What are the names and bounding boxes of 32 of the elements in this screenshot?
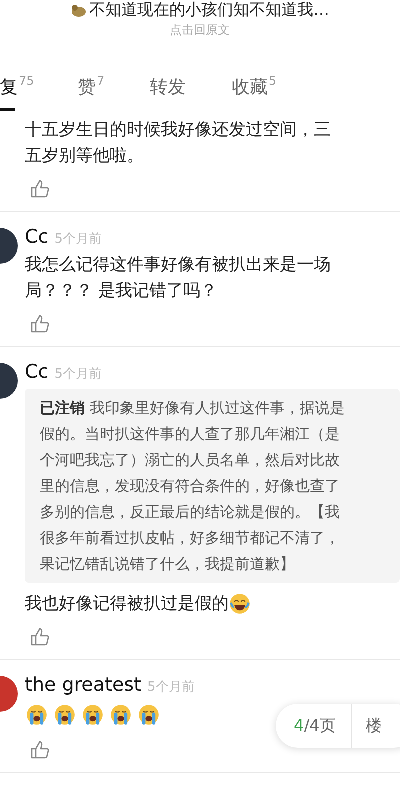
- timestamp: 5个月前: [54, 231, 102, 248]
- timestamp: 5个月前: [148, 679, 195, 696]
- username[interactable]: Cc: [25, 226, 49, 248]
- crying-emoji-icon: [110, 704, 132, 726]
- crying-emoji-icon: [82, 704, 104, 726]
- quoted-reply: 已注销 我印象里好像有人扒过这件事，据说是 假的。当时扒这件事的人查了那几年湘江（是 个河吧我忘了）溺亡的人员名单，然后对比故 里的信息，发现没有符合条件的，好像也查了 多别的信息，反正最后的结论就是假的。【我 很多年前看过扒皮帖，好多细节都记不清了， 果记忆错乱说错了什么，我提前道歉】: [25, 389, 400, 583]
- crying-emoji-icon: [54, 704, 76, 726]
- crying-emoji-icon: [138, 704, 160, 726]
- thumbs-up-icon[interactable]: [30, 314, 50, 334]
- tab[interactable]: 复$^{75}$: [0, 75, 34, 111]
- username[interactable]: Cc: [25, 361, 49, 383]
- comment-text: 我也好像记得被扒过是假的: [25, 593, 229, 616]
- comment-text: 十五岁生日的时候我好像还发过空间，三: [25, 119, 331, 142]
- tab[interactable]: 收藏$^{5}$: [232, 75, 277, 111]
- thumbs-up-icon[interactable]: [30, 179, 50, 199]
- page-indicator[interactable]: 4/4页: [276, 704, 352, 748]
- tab[interactable]: 赞$^{7}$: [78, 75, 105, 111]
- username[interactable]: the greatest: [25, 674, 142, 696]
- thumbs-up-icon[interactable]: [30, 627, 50, 647]
- page-total: /4页: [304, 716, 336, 735]
- comment-text: 局？？？ 是我记错了吗？: [25, 280, 218, 303]
- owner-only-button[interactable]: 楼: [352, 716, 382, 736]
- laughing-emoji-icon: [229, 593, 251, 615]
- crying-emoji-icon: [26, 704, 48, 726]
- timestamp: 5个月前: [54, 366, 102, 383]
- tab[interactable]: 转发: [150, 75, 186, 111]
- thumbs-up-icon[interactable]: [30, 740, 50, 760]
- sticker-icon: [70, 4, 86, 18]
- post-title: 不知道现在的小孩们知不知道我…: [90, 0, 330, 21]
- comment-text: 我怎么记得这件事好像有被扒出来是一场: [25, 254, 331, 277]
- current-page: 4: [294, 716, 304, 735]
- comment-text: 五岁别等他啦。: [25, 145, 144, 168]
